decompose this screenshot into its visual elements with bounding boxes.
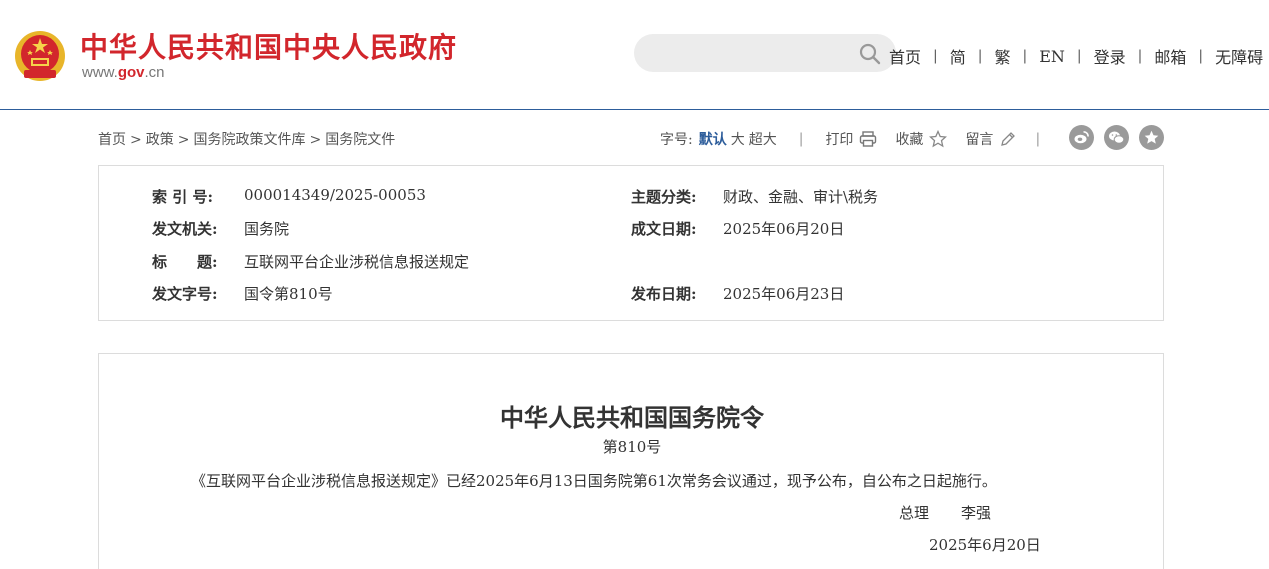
site-header: 中华人民共和国中央人民政府 www.gov.cn 首页 | 简 | 繁 | EN | 登… [0,0,1269,110]
nav-home[interactable]: 首页 [889,44,921,68]
search-input[interactable] [634,34,896,72]
document-heading: 中华人民共和国国务院令 [500,403,764,432]
topic-label: 主题分类: [631,188,697,206]
written-date-value: 2025年06月20日 [723,220,845,238]
nav-simplified[interactable]: 简 [950,44,966,68]
top-nav: 首页 | 简 | 繁 | EN | 登录 | 邮箱 | 无障碍 [889,44,1263,68]
share-weibo-button[interactable] [1069,125,1094,150]
font-size-default[interactable]: 默认 [699,129,727,149]
breadcrumb-policy-library[interactable]: 国务院政策文件库 [193,132,305,148]
pencil-icon [1001,132,1016,146]
title-label: 标 题: [152,253,218,271]
url-domain: gov [117,64,145,81]
nav-divider: | [1022,48,1028,64]
star-icon [929,130,948,148]
print-button[interactable]: 打印 [825,129,877,149]
breadcrumb-policy[interactable]: 政策 [146,132,174,148]
signer-title: 总理 [899,504,930,522]
national-emblem-icon[interactable] [14,28,66,82]
site-title[interactable]: 中华人民共和国中央人民政府 [80,26,457,66]
star-circle-icon [1144,130,1159,144]
nav-divider: | [1137,48,1143,64]
tools-divider: | [1035,131,1041,147]
wechat-icon [1109,131,1125,144]
url-prefix: www. [82,64,118,81]
published-date-label: 发布日期: [631,285,697,303]
search-icon[interactable] [858,42,882,66]
nav-traditional[interactable]: 繁 [994,44,1010,68]
article-tools: 字号: 默认 大 超大 | 打印 收藏 留言 | [660,129,1052,149]
nav-login[interactable]: 登录 [1094,44,1126,68]
nav-accessibility[interactable]: 无障碍 [1215,44,1263,68]
print-label: 打印 [825,132,854,148]
index-value: 000014349/2025-00053 [244,186,426,204]
nav-divider: | [933,48,938,64]
signer-name: 李强 [961,504,992,522]
breadcrumb-state-council-docs[interactable]: 国务院文件 [325,132,395,148]
issuer-value: 国务院 [244,220,290,238]
document-date: 2025年6月20日 [929,536,1041,554]
nav-divider: | [1198,48,1204,64]
index-label: 索 引 号: [152,188,213,206]
site-url[interactable]: www.gov.cn [82,64,165,81]
doc-number-value: 国令第810号 [244,285,333,303]
comment-label: 留言 [965,132,994,148]
favorite-label: 收藏 [895,132,924,148]
written-date-label: 成文日期: [631,220,697,238]
nav-divider: | [977,48,983,64]
url-suffix: .cn [144,64,165,81]
favorite-button[interactable]: 收藏 [895,129,948,149]
crumb-toolbar: 首页 > 政策 > 国务院政策文件库 > 国务院文件 字号: 默认 大 超大 | 打印 收藏… [98,125,1164,150]
nav-divider: | [1076,48,1082,64]
breadcrumb-separator: > [309,132,322,148]
nav-mailbox[interactable]: 邮箱 [1154,44,1186,68]
document-number: 第810号 [602,438,662,456]
font-size-large[interactable]: 大 [731,129,745,149]
document-metadata: 索 引 号: 000014349/2025-00053 主题分类: 财政、金融、… [98,165,1164,321]
font-size-label: 字号: [660,132,693,148]
tools-divider: | [798,131,804,147]
published-date-value: 2025年06月23日 [723,285,845,303]
document-body: 《互联网平台企业涉税信息报送规定》已经2025年6月13日国务院第61次常务会议… [191,472,997,490]
breadcrumb-separator: > [177,132,190,148]
printer-icon [860,131,877,147]
doc-number-label: 发文字号: [152,285,218,303]
comment-button[interactable]: 留言 [965,129,1017,149]
topic-value: 财政、金融、审计\税务 [723,188,879,206]
share-wechat-button[interactable] [1104,125,1129,150]
nav-english[interactable]: EN [1039,47,1065,66]
issuer-label: 发文机关: [152,220,218,238]
breadcrumb-home[interactable]: 首页 [98,132,126,148]
document-signature: 总理 李强 [899,502,991,523]
breadcrumb: 首页 > 政策 > 国务院政策文件库 > 国务院文件 [98,129,395,149]
breadcrumb-separator: > [130,132,142,148]
share-favorite-button[interactable] [1139,125,1164,150]
title-value: 互联网平台企业涉税信息报送规定 [244,253,470,271]
document-content: 中华人民共和国国务院令 第810号 《互联网平台企业涉税信息报送规定》已经202… [98,353,1164,569]
weibo-icon [1074,131,1089,144]
font-size-xlarge[interactable]: 超大 [749,129,777,149]
